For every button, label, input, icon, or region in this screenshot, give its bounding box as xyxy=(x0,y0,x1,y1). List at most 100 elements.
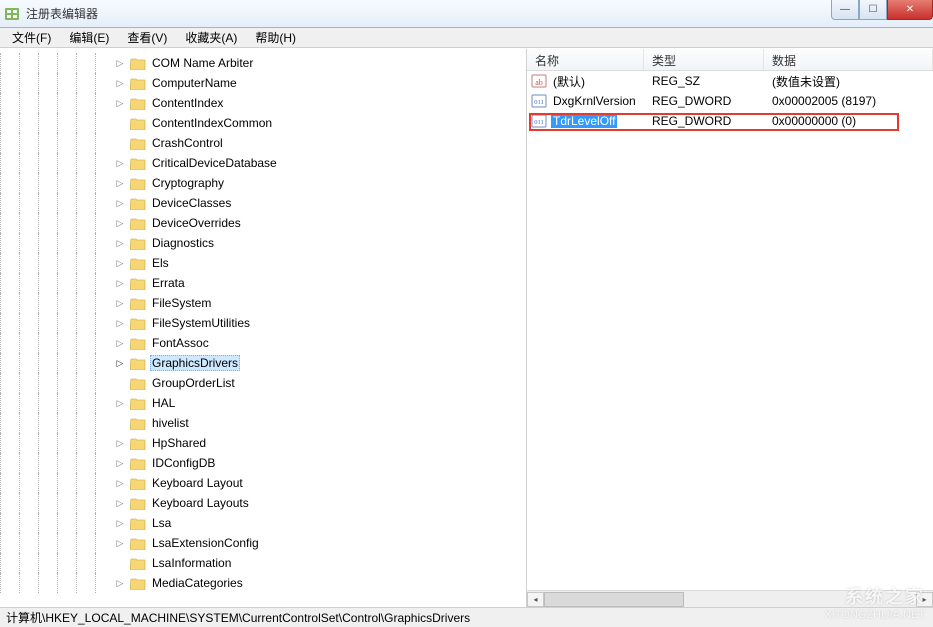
expander-icon[interactable]: ▷ xyxy=(114,357,126,369)
tree-item[interactable]: ▷ DeviceClasses xyxy=(0,193,526,213)
tree-item[interactable]: ▷ContentIndex xyxy=(0,93,526,113)
tree-item[interactable]: GroupOrderList xyxy=(0,373,526,393)
tree-item-label: CrashControl xyxy=(150,135,225,151)
values-body[interactable]: ab(默认)REG_SZ(数值未设置)011DxgKrnlVersionREG_… xyxy=(527,71,933,590)
expander-icon[interactable] xyxy=(114,557,126,569)
tree-item[interactable]: ▷Diagnostics xyxy=(0,233,526,253)
menu-help[interactable]: 帮助(H) xyxy=(247,28,304,47)
menu-edit[interactable]: 编辑(E) xyxy=(61,28,117,47)
tree-item-label: COM Name Arbiter xyxy=(150,55,255,71)
svg-text:ab: ab xyxy=(535,78,543,87)
tree-item[interactable]: ▷ MediaCategories xyxy=(0,573,526,593)
value-row[interactable]: 011TdrLevelOffREG_DWORD0x00000000 (0) xyxy=(527,111,933,131)
expander-icon[interactable]: ▷ xyxy=(114,537,126,549)
scroll-right-button[interactable]: ▸ xyxy=(916,592,933,607)
expander-icon[interactable] xyxy=(114,117,126,129)
tree-item-label: Lsa xyxy=(150,515,173,531)
expander-icon[interactable]: ▷ xyxy=(114,97,126,109)
tree-item-label: FileSystemUtilities xyxy=(150,315,252,331)
expander-icon[interactable]: ▷ xyxy=(114,57,126,69)
tree-item[interactable]: LsaInformation xyxy=(0,553,526,573)
window-controls: ― ☐ ✕ xyxy=(831,0,933,20)
expander-icon[interactable]: ▷ xyxy=(114,577,126,589)
expander-icon[interactable]: ▷ xyxy=(114,157,126,169)
col-header-data[interactable]: 数据 xyxy=(764,49,933,70)
tree-item[interactable]: CrashControl xyxy=(0,133,526,153)
window-title: 注册表编辑器 xyxy=(26,5,98,22)
tree-item-label: MediaCategories xyxy=(150,575,245,591)
tree-item[interactable]: ▷ Keyboard Layout xyxy=(0,473,526,493)
tree-item[interactable]: ▷ Errata xyxy=(0,273,526,293)
tree-item-label: DeviceClasses xyxy=(150,195,233,211)
main-area: ▷COM Name Arbiter▷ComputerName▷ContentIn… xyxy=(0,48,933,607)
maximize-button[interactable]: ☐ xyxy=(859,0,887,20)
scroll-thumb[interactable] xyxy=(544,592,684,607)
tree-item[interactable]: hivelist xyxy=(0,413,526,433)
expander-icon[interactable]: ▷ xyxy=(114,497,126,509)
tree-item[interactable]: ▷ FileSystemUtilities xyxy=(0,313,526,333)
expander-icon[interactable]: ▷ xyxy=(114,317,126,329)
tree-item[interactable]: ▷ FontAssoc xyxy=(0,333,526,353)
tree-item-label: HAL xyxy=(150,395,177,411)
tree-item-label: Errata xyxy=(150,275,187,291)
tree-item[interactable]: ▷ HAL xyxy=(0,393,526,413)
expander-icon[interactable]: ▷ xyxy=(114,197,126,209)
scroll-left-button[interactable]: ◂ xyxy=(527,592,544,607)
scroll-track[interactable] xyxy=(544,592,916,607)
tree-item-label: Keyboard Layout xyxy=(150,475,245,491)
expander-icon[interactable]: ▷ xyxy=(114,397,126,409)
tree-body[interactable]: ▷COM Name Arbiter▷ComputerName▷ContentIn… xyxy=(0,49,526,607)
expander-icon[interactable]: ▷ xyxy=(114,77,126,89)
tree-item[interactable]: ▷Cryptography xyxy=(0,173,526,193)
values-panel: 名称 类型 数据 ab(默认)REG_SZ(数值未设置)011DxgKrnlVe… xyxy=(527,49,933,607)
expander-icon[interactable] xyxy=(114,377,126,389)
expander-icon[interactable]: ▷ xyxy=(114,477,126,489)
value-data: (数值未设置) xyxy=(764,73,933,90)
tree-item-label: GroupOrderList xyxy=(150,375,237,391)
statusbar: 计算机\HKEY_LOCAL_MACHINE\SYSTEM\CurrentCon… xyxy=(0,607,933,627)
value-data: 0x00000000 (0) xyxy=(764,114,933,128)
expander-icon[interactable]: ▷ xyxy=(114,237,126,249)
tree-item[interactable]: ▷ LsaExtensionConfig xyxy=(0,533,526,553)
tree-item[interactable]: ▷ COM Name Arbiter xyxy=(0,53,526,73)
expander-icon[interactable]: ▷ xyxy=(114,297,126,309)
tree-item-label: FontAssoc xyxy=(150,335,211,351)
expander-icon[interactable]: ▷ xyxy=(114,177,126,189)
col-header-type[interactable]: 类型 xyxy=(644,49,764,70)
minimize-button[interactable]: ― xyxy=(831,0,859,20)
expander-icon[interactable]: ▷ xyxy=(114,437,126,449)
col-header-name[interactable]: 名称 xyxy=(527,49,644,70)
tree-item[interactable]: ▷ComputerName xyxy=(0,73,526,93)
tree-item[interactable]: ▷FileSystem xyxy=(0,293,526,313)
expander-icon[interactable]: ▷ xyxy=(114,277,126,289)
expander-icon[interactable]: ▷ xyxy=(114,457,126,469)
tree-item-label: IDConfigDB xyxy=(150,455,217,471)
close-button[interactable]: ✕ xyxy=(887,0,933,20)
expander-icon[interactable]: ▷ xyxy=(114,517,126,529)
expander-icon[interactable]: ▷ xyxy=(114,257,126,269)
value-row[interactable]: ab(默认)REG_SZ(数值未设置) xyxy=(527,71,933,91)
menu-file[interactable]: 文件(F) xyxy=(4,28,59,47)
tree-item[interactable]: ContentIndexCommon xyxy=(0,113,526,133)
tree-item[interactable]: ▷Els xyxy=(0,253,526,273)
expander-icon[interactable] xyxy=(114,137,126,149)
tree-item[interactable]: ▷DeviceOverrides xyxy=(0,213,526,233)
expander-icon[interactable] xyxy=(114,417,126,429)
tree-item[interactable]: ▷CriticalDeviceDatabase xyxy=(0,153,526,173)
tree-item[interactable]: ▷ Lsa xyxy=(0,513,526,533)
tree-item-label: LsaInformation xyxy=(150,555,233,571)
value-row[interactable]: 011DxgKrnlVersionREG_DWORD0x00002005 (81… xyxy=(527,91,933,111)
svg-text:011: 011 xyxy=(534,119,544,126)
tree-item-label: LsaExtensionConfig xyxy=(150,535,261,551)
value-name: TdrLevelOff xyxy=(551,114,617,128)
tree-item[interactable]: ▷ IDConfigDB xyxy=(0,453,526,473)
menu-favorites[interactable]: 收藏夹(A) xyxy=(177,28,245,47)
horizontal-scrollbar[interactable]: ◂ ▸ xyxy=(527,590,933,607)
expander-icon[interactable]: ▷ xyxy=(114,337,126,349)
menu-view[interactable]: 查看(V) xyxy=(119,28,175,47)
tree-item[interactable]: ▷Keyboard Layouts xyxy=(0,493,526,513)
tree-item[interactable]: ▷HpShared xyxy=(0,433,526,453)
expander-icon[interactable]: ▷ xyxy=(114,217,126,229)
tree-item[interactable]: ▷GraphicsDrivers xyxy=(0,353,526,373)
status-path: 计算机\HKEY_LOCAL_MACHINE\SYSTEM\CurrentCon… xyxy=(6,609,470,626)
